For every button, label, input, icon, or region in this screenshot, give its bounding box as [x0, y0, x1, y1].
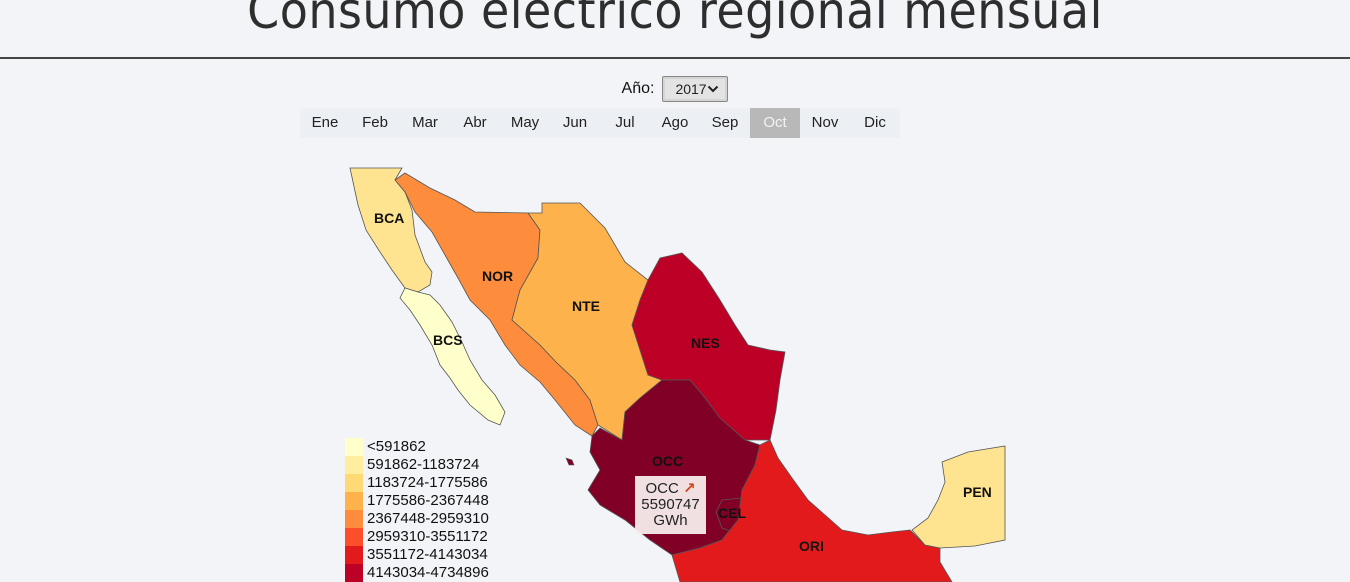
- region-label-cel: CEL: [718, 505, 746, 521]
- tooltip-value: 5590747: [641, 496, 700, 513]
- year-label: Año:: [621, 80, 655, 97]
- tab-month-ene[interactable]: Ene: [300, 108, 350, 138]
- legend-item: 2959310-3551172: [345, 528, 489, 546]
- legend-swatch: [345, 474, 363, 492]
- region-label-nor: NOR: [482, 268, 513, 284]
- month-tabs: Ene Feb Mar Abr May Jun Jul Ago Sep Oct …: [300, 108, 900, 138]
- map-legend: <591862 591862-1183724 1183724-1775586 1…: [345, 438, 489, 582]
- tab-month-jun[interactable]: Jun: [550, 108, 600, 138]
- legend-label: 4143034-4734896: [367, 564, 489, 581]
- legend-item: 1775586-2367448: [345, 492, 489, 510]
- region-tooltip: OCC ↗ 5590747 GWh: [635, 476, 706, 534]
- legend-swatch: [345, 438, 363, 456]
- region-label-nte: NTE: [572, 298, 600, 314]
- region-label-ori: ORI: [799, 538, 824, 554]
- legend-item: 4143034-4734896: [345, 564, 489, 582]
- tooltip-region: OCC: [645, 480, 679, 497]
- tab-month-oct[interactable]: Oct: [750, 108, 800, 138]
- tab-month-may[interactable]: May: [500, 108, 550, 138]
- tab-month-jul[interactable]: Jul: [600, 108, 650, 138]
- tab-month-nov[interactable]: Nov: [800, 108, 850, 138]
- tab-month-feb[interactable]: Feb: [350, 108, 400, 138]
- region-label-bcs: BCS: [433, 332, 463, 348]
- legend-label: 1775586-2367448: [367, 492, 489, 509]
- year-select-value: 2017: [675, 81, 707, 97]
- legend-item: 2367448-2959310: [345, 510, 489, 528]
- legend-label: 2959310-3551172: [367, 528, 488, 545]
- page-title: Consumo eléctrico regional mensual: [247, 0, 1103, 40]
- legend-item: 591862-1183724: [345, 456, 489, 474]
- legend-label: <591862: [367, 438, 426, 455]
- region-label-nes: NES: [691, 335, 720, 351]
- tab-month-mar[interactable]: Mar: [400, 108, 450, 138]
- region-label-pen: PEN: [963, 484, 992, 500]
- tab-month-ago[interactable]: Ago: [650, 108, 700, 138]
- chevron-down-icon: [708, 85, 719, 93]
- trend-up-icon: ↗: [682, 480, 696, 497]
- legend-swatch: [345, 510, 363, 528]
- legend-item: 3551172-4143034: [345, 546, 489, 564]
- legend-item: 1183724-1775586: [345, 474, 489, 492]
- year-selector-row: Año: 2017: [0, 76, 1350, 102]
- legend-label: 1183724-1775586: [367, 474, 488, 491]
- legend-swatch: [345, 492, 363, 510]
- legend-label: 591862-1183724: [367, 456, 480, 473]
- legend-label: 2367448-2959310: [367, 510, 489, 527]
- page-header: Consumo eléctrico regional mensual: [0, 0, 1350, 59]
- legend-item: <591862: [345, 438, 489, 456]
- legend-label: 3551172-4143034: [367, 546, 488, 563]
- region-label-occ: OCC: [652, 453, 683, 469]
- tooltip-unit: GWh: [653, 512, 688, 529]
- legend-swatch: [345, 528, 363, 546]
- tab-month-dic[interactable]: Dic: [850, 108, 900, 138]
- legend-swatch: [345, 564, 363, 582]
- year-select[interactable]: 2017: [662, 76, 729, 102]
- island-shape: [565, 457, 575, 466]
- legend-swatch: [345, 546, 363, 564]
- tab-month-abr[interactable]: Abr: [450, 108, 500, 138]
- tab-month-sep[interactable]: Sep: [700, 108, 750, 138]
- region-label-bca: BCA: [374, 210, 404, 226]
- legend-swatch: [345, 456, 363, 474]
